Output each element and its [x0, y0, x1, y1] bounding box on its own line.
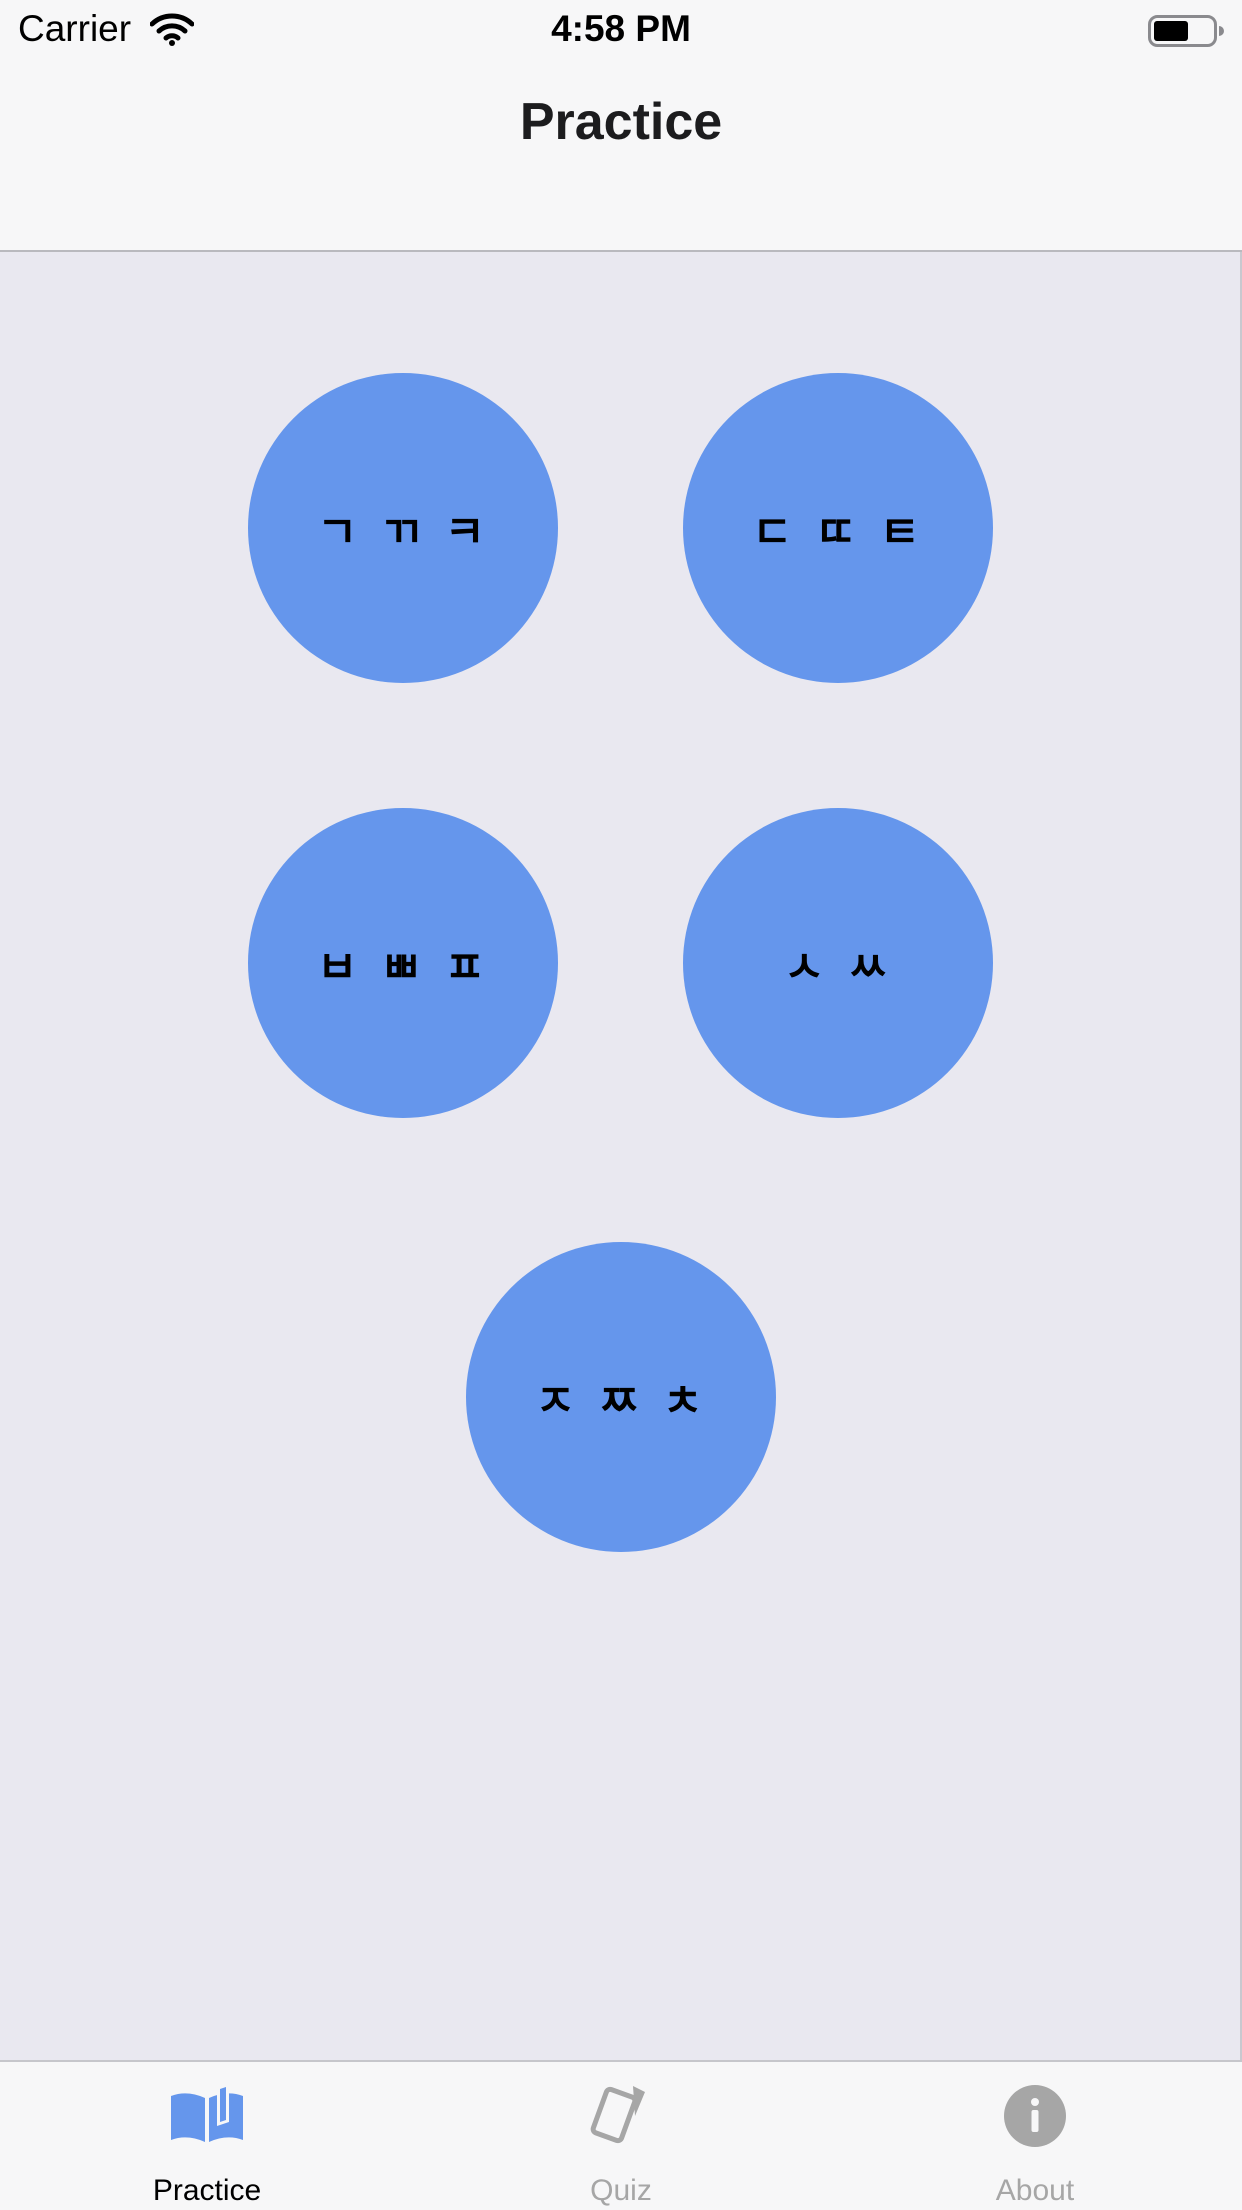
practice-button-label: ㄷ ㄸ ㅌ — [751, 507, 925, 558]
tab-about[interactable]: About — [828, 2062, 1242, 2210]
tab-label: Quiz — [590, 2174, 652, 2207]
practice-button-digeut-group[interactable]: ㄷ ㄸ ㅌ — [683, 373, 993, 683]
status-clock: 4:58 PM — [551, 8, 691, 49]
tab-bar: Practice Quiz About — [0, 2060, 1242, 2210]
status-bar: Carrier 4:58 PM — [0, 0, 1242, 60]
navigation-bar — [0, 60, 1242, 252]
practice-button-label: ㄱ ㄲ ㅋ — [316, 507, 490, 558]
page-title: Practice — [519, 93, 723, 151]
practice-button-jieut-group[interactable]: ㅈ ㅉ ㅊ — [466, 1242, 776, 1552]
book-icon — [171, 2084, 243, 2142]
practice-button-label: ㅅ ㅆ — [783, 942, 893, 993]
info-icon — [1004, 2085, 1066, 2147]
practice-button-label: ㅈ ㅉ ㅊ — [534, 1376, 708, 1427]
practice-content: ㄱ ㄲ ㅋ ㄷ ㄸ ㅌ ㅂ ㅃ ㅍ ㅅ ㅆ ㅈ ㅉ ㅊ — [0, 252, 1242, 2060]
cards-icon — [590, 2086, 645, 2144]
tab-label: Practice — [152, 2174, 262, 2207]
tab-practice[interactable]: Practice — [0, 2062, 414, 2210]
practice-button-label: ㅂ ㅃ ㅍ — [316, 942, 490, 993]
practice-button-bieup-group[interactable]: ㅂ ㅃ ㅍ — [248, 808, 558, 1118]
tab-label: About — [995, 2174, 1075, 2207]
battery-icon — [1148, 15, 1224, 47]
tab-quiz[interactable]: Quiz — [414, 2062, 828, 2210]
practice-button-giyeok-group[interactable]: ㄱ ㄲ ㅋ — [248, 373, 558, 683]
practice-button-siot-group[interactable]: ㅅ ㅆ — [683, 808, 993, 1118]
